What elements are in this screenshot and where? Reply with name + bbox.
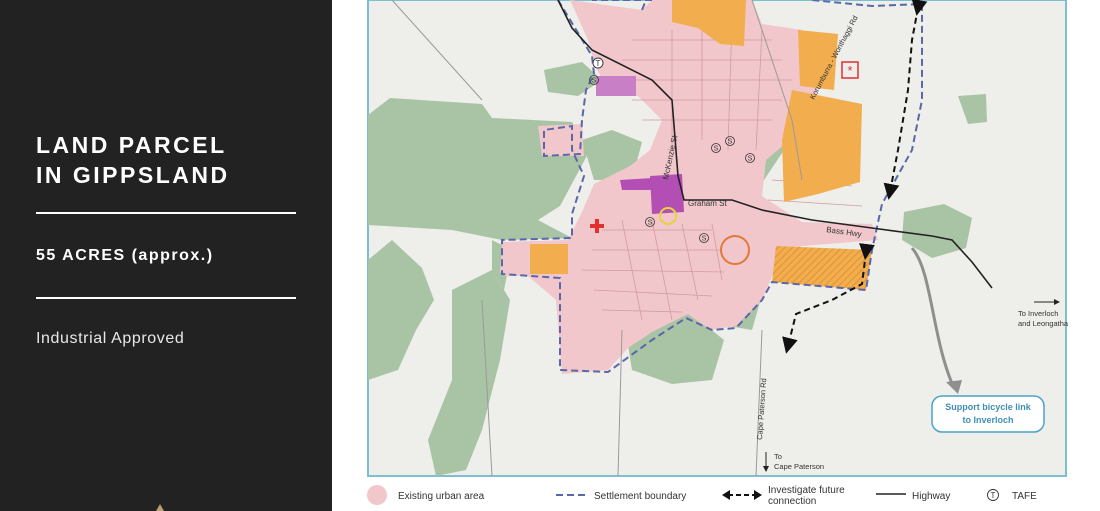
divider-bottom	[36, 297, 296, 299]
svg-text:T: T	[596, 59, 601, 68]
map-legend: Existing urban area Settlement boundary …	[332, 482, 1100, 510]
legend-highway: Highway	[912, 490, 951, 502]
svg-text:To: To	[774, 452, 782, 461]
svg-text:S: S	[714, 146, 719, 153]
map-panel: * S S S S S S T Graham St Bass Hwy McKen…	[332, 0, 1100, 511]
settlement-map: * S S S S S S T Graham St Bass Hwy McKen…	[367, 0, 1069, 505]
svg-text:Support bicycle link: Support bicycle link	[945, 402, 1032, 412]
svg-text:*: *	[847, 63, 852, 78]
legend-settlement-boundary: Settlement boundary	[594, 490, 687, 502]
svg-text:Cape Paterson: Cape Paterson	[774, 462, 824, 471]
svg-text:S: S	[648, 220, 653, 227]
legend-future-connection: Investigate future connection	[768, 485, 845, 507]
legend-tafe: TAFE	[1012, 490, 1037, 502]
svg-text:To Inverloch: To Inverloch	[1018, 309, 1058, 318]
sidebar-panel: LAND PARCEL IN GIPPSLAND 55 ACRES (appro…	[0, 0, 332, 511]
commercial-zone-north	[596, 76, 636, 96]
svg-text:S: S	[728, 139, 733, 146]
logo-mark-icon	[156, 504, 164, 511]
parcel-area: 55 ACRES (approx.)	[36, 247, 214, 264]
title-line-2: IN GIPPSLAND	[36, 162, 230, 188]
zoning-label: Industrial Approved	[36, 330, 185, 347]
commercial-zone-small	[620, 178, 652, 190]
divider-top	[36, 212, 296, 214]
parcel-title: LAND PARCEL IN GIPPSLAND	[36, 130, 230, 190]
title-line-1: LAND PARCEL	[36, 132, 227, 158]
legend-urban-area: Existing urban area	[398, 490, 485, 502]
svg-text:S: S	[592, 78, 597, 85]
tafe-map-icon: T	[592, 57, 604, 69]
svg-text:S: S	[702, 236, 707, 243]
svg-text:S: S	[748, 156, 753, 163]
label-graham-st: Graham St	[688, 199, 727, 208]
svg-text:and Leongatha: and Leongatha	[1018, 319, 1069, 328]
svg-text:to Inverloch: to Inverloch	[962, 415, 1013, 425]
bicycle-link-callout: Support bicycle link to Inverloch	[931, 395, 1045, 433]
